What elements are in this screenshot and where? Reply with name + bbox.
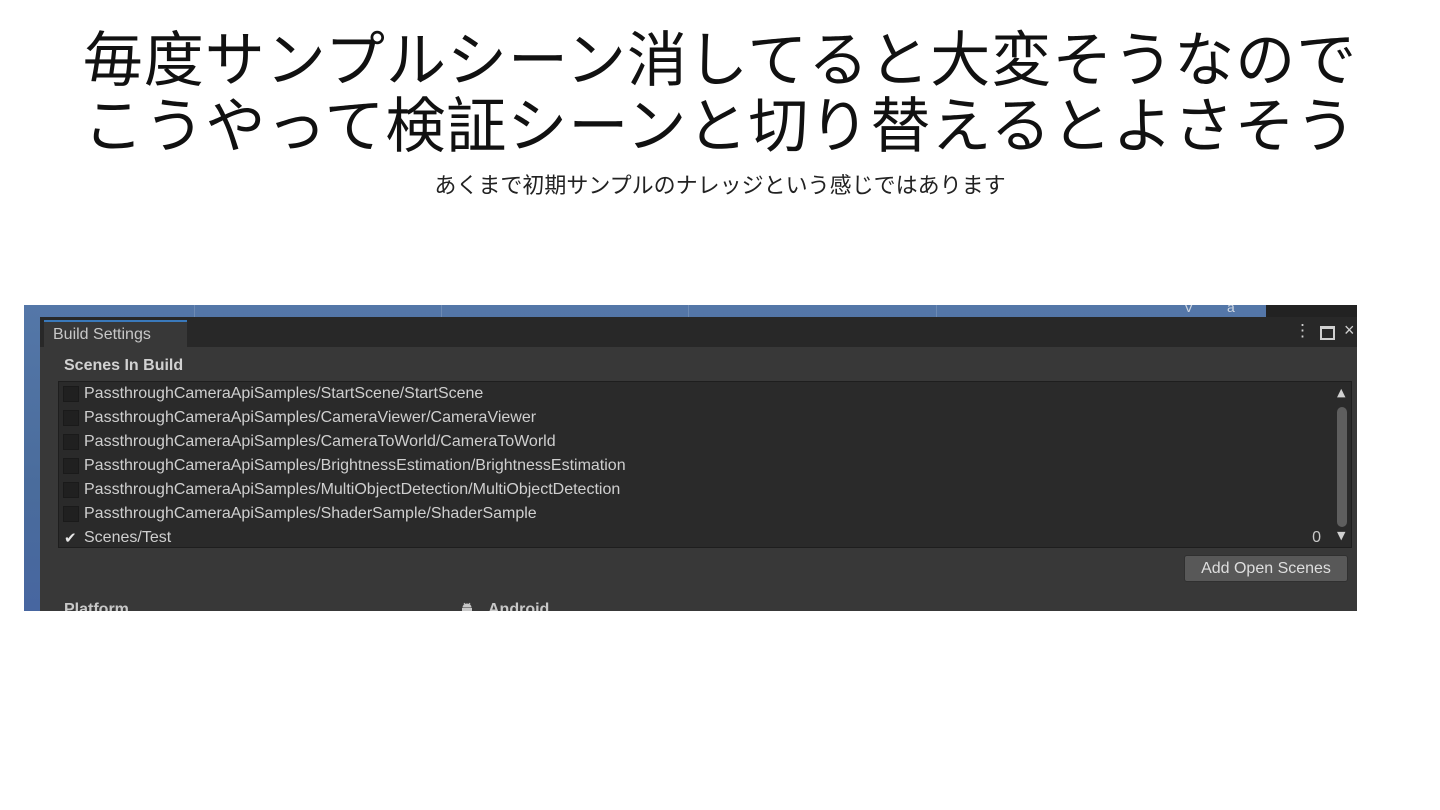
scene-list[interactable]: PassthroughCameraApiSamples/StartScene/S… bbox=[58, 381, 1352, 548]
scene-checkbox[interactable] bbox=[63, 506, 79, 522]
scene-row[interactable]: PassthroughCameraApiSamples/CameraViewer… bbox=[59, 406, 1329, 430]
scene-build-index: 0 bbox=[1312, 529, 1321, 546]
platform-android-item[interactable]: Android bbox=[488, 601, 549, 611]
title-line-2: こうやって検証シーンと切り替えるとよさそう bbox=[83, 92, 1357, 162]
scene-checkbox[interactable] bbox=[63, 386, 79, 402]
scene-path: PassthroughCameraApiSamples/CameraToWorl… bbox=[84, 433, 556, 450]
background-glyph: a bbox=[1227, 305, 1235, 315]
platform-label: Platform bbox=[64, 601, 129, 611]
android-icon bbox=[462, 602, 472, 611]
slide-title: 毎度サンプルシーン消してると大変そうなので こうやって検証シーンと切り替えるとよ… bbox=[0, 28, 1440, 160]
scene-row[interactable]: PassthroughCameraApiSamples/StartScene/S… bbox=[59, 382, 1329, 406]
scene-row[interactable]: PassthroughCameraApiSamples/MultiObjectD… bbox=[59, 478, 1329, 502]
scene-path: PassthroughCameraApiSamples/StartScene/S… bbox=[84, 385, 484, 402]
scene-checkbox[interactable] bbox=[63, 434, 79, 450]
scene-checkbox[interactable] bbox=[63, 482, 79, 498]
unity-screenshot: V a Build Settings ⋮ × Scenes In Build P… bbox=[24, 305, 1357, 611]
scene-checkbox-checked[interactable]: ✔ bbox=[64, 529, 80, 547]
scene-row[interactable]: PassthroughCameraApiSamples/CameraToWorl… bbox=[59, 430, 1329, 454]
title-line-1: 毎度サンプルシーン消してると大変そうなので bbox=[82, 26, 1358, 96]
scenes-in-build-label: Scenes In Build bbox=[64, 357, 184, 374]
scene-checkbox[interactable] bbox=[63, 410, 79, 426]
scene-row[interactable]: PassthroughCameraApiSamples/BrightnessEs… bbox=[59, 454, 1329, 478]
scene-path: PassthroughCameraApiSamples/CameraViewer… bbox=[84, 409, 537, 426]
scroll-up-icon[interactable]: ▲ bbox=[1337, 386, 1345, 399]
slide-subtitle: あくまで初期サンプルのナレッジという感じではあります bbox=[434, 174, 1006, 199]
more-menu-icon[interactable]: ⋮ bbox=[1294, 321, 1311, 341]
tab-bar: Build Settings ⋮ × bbox=[40, 317, 1357, 347]
scene-list-scrollbar[interactable]: ▲ ▼ bbox=[1335, 386, 1349, 544]
maximize-icon[interactable] bbox=[1320, 326, 1335, 340]
scene-path: PassthroughCameraApiSamples/MultiObjectD… bbox=[84, 481, 621, 498]
build-settings-window: Build Settings ⋮ × Scenes In Build Passt… bbox=[40, 317, 1357, 611]
add-open-scenes-button[interactable]: Add Open Scenes bbox=[1184, 555, 1348, 582]
scroll-down-icon[interactable]: ▼ bbox=[1337, 529, 1345, 542]
scrollbar-thumb[interactable] bbox=[1337, 407, 1347, 527]
close-icon[interactable]: × bbox=[1344, 320, 1355, 341]
scene-path: Scenes/Test bbox=[84, 529, 172, 546]
scene-path: PassthroughCameraApiSamples/BrightnessEs… bbox=[84, 457, 626, 474]
background-glyph: V bbox=[1184, 305, 1194, 315]
scene-path: PassthroughCameraApiSamples/ShaderSample… bbox=[84, 505, 537, 522]
tab-build-settings[interactable]: Build Settings bbox=[44, 320, 187, 347]
scene-row[interactable]: PassthroughCameraApiSamples/ShaderSample… bbox=[59, 502, 1329, 526]
scene-row[interactable]: ✔ Scenes/Test 0 bbox=[59, 526, 1329, 550]
scene-checkbox[interactable] bbox=[63, 458, 79, 474]
